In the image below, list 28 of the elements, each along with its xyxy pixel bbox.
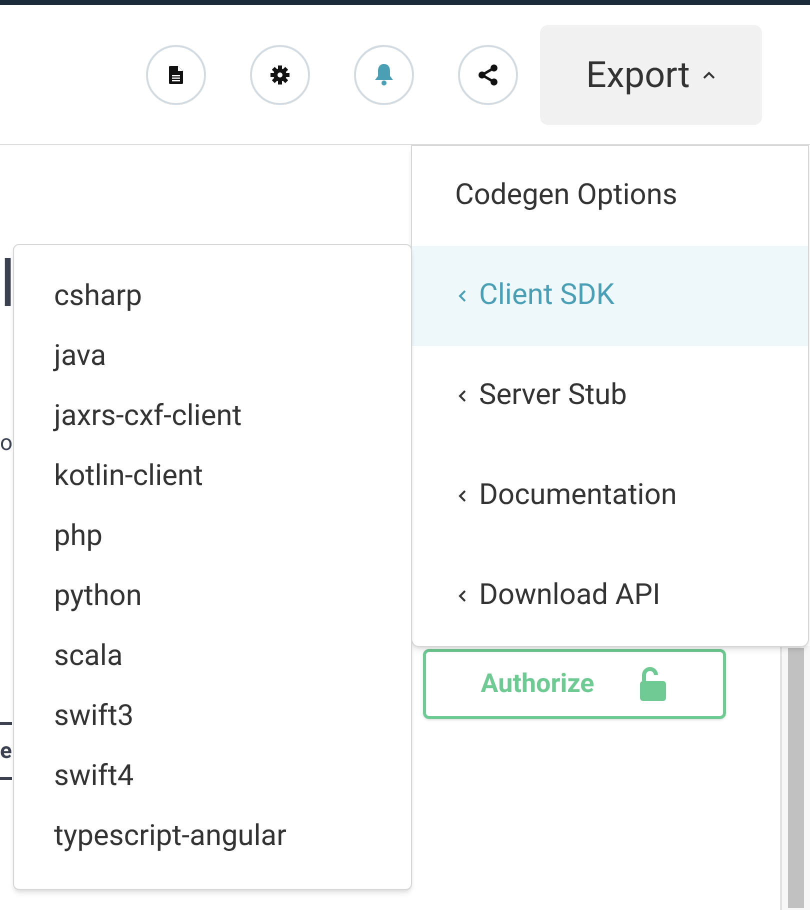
menu-item[interactable]: Documentation [412,446,808,546]
chevron-left-icon [457,389,467,403]
chevron-left-icon [457,289,467,303]
export-button[interactable]: Export [540,24,762,124]
scrollbar[interactable] [782,646,810,910]
share-icon [477,62,499,86]
chevron-left-icon [457,589,467,603]
submenu-item[interactable]: csharp [14,267,411,327]
submenu-item[interactable]: typescript-angular [14,807,411,867]
menu-item[interactable]: Download API [412,546,808,646]
submenu-item[interactable]: swift3 [14,687,411,747]
submenu-item[interactable]: kotlin-client [14,447,411,507]
unlocked-padlock-icon [638,666,668,702]
submenu-item[interactable]: java [14,327,411,387]
document-icon [169,66,183,84]
chevron-left-icon [457,489,467,503]
page-heading: l [0,253,12,317]
caret-icon [702,70,716,80]
submenu-item[interactable]: python [14,567,411,627]
gear-icon [270,64,290,84]
bell-icon [373,62,395,86]
submenu-item[interactable]: swift4 [14,747,411,807]
menu-header: Codegen Options [454,177,678,214]
submenu-item[interactable]: jaxrs-cxf-client [14,387,411,447]
submenu-item[interactable]: php [14,507,411,567]
submenu-item[interactable]: scala [14,627,411,687]
menu-item[interactable]: Server Stub [412,346,808,446]
description-text: o [0,430,12,458]
